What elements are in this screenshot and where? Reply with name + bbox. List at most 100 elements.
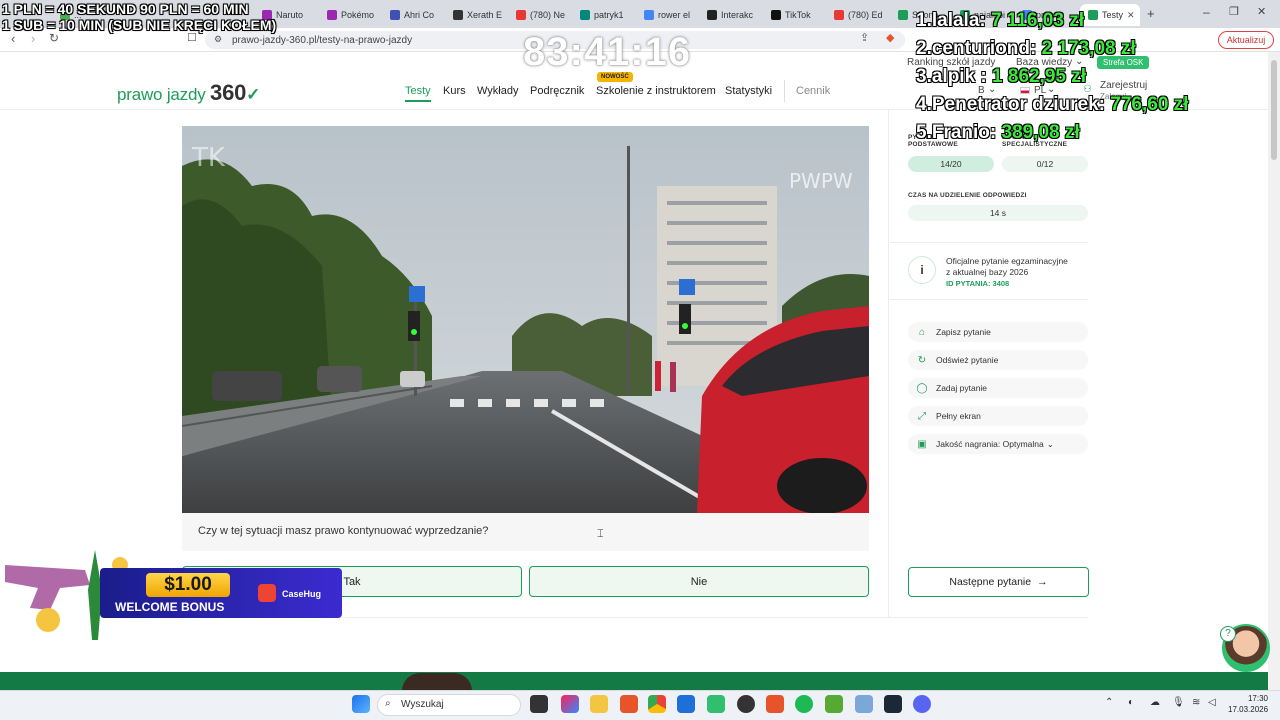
close-window-icon[interactable]: ✕ [1257,5,1266,18]
nav-testy[interactable]: Testy [405,85,431,102]
info-icon: i [908,256,936,284]
video-quality-select[interactable]: ▣ Jakość nagrania: Optymalna ⌄ [908,434,1088,454]
scrollbar-thumb[interactable] [1271,60,1277,160]
donation-info-line1: 1 PLN = 40 SEKUND 90 PLN = 60 MIN [2,1,249,17]
url-text: prawo-jazdy-360.pl/testy-na-prawo-jazdy [232,35,413,46]
share-icon[interactable]: ⇪ [860,31,869,44]
tab-favicon-icon [898,10,908,20]
ranking-entry: 5.Franio: 389,08 zł [916,122,1080,143]
browser-tab[interactable]: rower el [644,4,700,26]
stream-timer: 83:41:16 [523,30,692,74]
refresh-question-button[interactable]: ↻ Odśwież pytanie [908,350,1088,370]
site-logo[interactable]: prawo jazdy 360✓ [117,80,260,106]
question-text: Czy w tej sytuacji masz prawo kontynuowa… [198,525,489,537]
browser-tab[interactable]: TikTok [771,4,827,26]
site-footer-strip [0,672,1268,690]
road-scene-image: TK PWPW [182,126,869,513]
nav-wyklady[interactable]: Wykłady [477,85,518,97]
tab-favicon-icon [390,10,400,20]
task-view-icon[interactable] [530,695,548,713]
cursor-icon: ⌶ [597,528,604,540]
info-line1: Oficjalne pytanie egzaminacyjne [946,256,1068,266]
brave-shield-icon[interactable]: ◆ [886,31,894,44]
tab-favicon-icon [516,10,526,20]
nav-szkolenie[interactable]: Szkolenie z instruktorem [596,85,716,97]
donation-info-line2: 1 SUB = 10 MIN (SUB NIE KRĘCI KOŁEM) [2,17,277,33]
ranking-entry: 3.alpik : 1 862,95 zł [916,66,1087,87]
obs-icon[interactable] [737,695,755,713]
network-icon[interactable]: ☁ [1150,697,1160,708]
flag-pl-icon [1020,87,1030,94]
steam-icon[interactable] [884,695,902,713]
browser-tab[interactable]: patryk1 [580,4,636,26]
info-line2: z aktualnej bazy 2026 [946,267,1029,277]
browser-tab[interactable]: Xerath E [453,4,509,26]
help-icon[interactable]: ? [1220,626,1236,642]
time-label: CZAS NA UDZIELENIE ODPOWIEDZI [908,192,1027,199]
tab-favicon-icon [771,10,781,20]
ask-question-button[interactable]: ◯ Zadaj pytanie [908,378,1088,398]
forward-icon[interactable]: › [31,31,35,46]
maximize-icon[interactable]: ❐ [1229,5,1239,18]
taskbar-clock[interactable]: 17:30 17.03.2026 [1228,693,1268,715]
bookmark-icon: ⌂ [918,326,926,338]
promo-label: WELCOME BONUS [115,600,225,614]
file-explorer-icon[interactable] [590,695,608,713]
save-question-button[interactable]: ⌂ Zapisz pytanie [908,322,1088,342]
chrome-icon[interactable] [648,695,666,713]
tray-app-icon[interactable]: ◐ [1128,697,1134,708]
question-video[interactable]: TK PWPW [182,126,869,513]
windows-taskbar [0,690,1280,720]
windows-start-icon[interactable] [352,695,370,713]
store-icon[interactable] [677,695,695,713]
browser-tab[interactable]: Interakc [707,4,763,26]
fullscreen-button[interactable]: ⤢ Pełny ekran [908,406,1088,426]
chevron-down-icon: ⌄ [1046,438,1054,449]
update-button[interactable]: Aktualizuj [1218,31,1274,49]
copilot-icon[interactable] [561,695,579,713]
tab-favicon-icon [580,10,590,20]
casehug-logo-icon [258,584,276,602]
browser-tab[interactable]: (780) Ne [516,4,572,26]
new-tab-icon[interactable]: + [1147,6,1155,21]
tab-favicon-icon [644,10,654,20]
discord-icon[interactable] [913,695,931,713]
app-icon[interactable] [825,695,843,713]
tray-chevron-icon[interactable]: ⌃ [1105,697,1113,708]
wifi-icon[interactable]: ≋ [1192,697,1200,708]
clock-date: 17.03.2026 [1228,705,1269,714]
minimize-icon[interactable]: – [1203,5,1210,19]
brave-icon[interactable] [620,695,638,713]
spotify-icon[interactable] [795,695,813,713]
nav-cennik[interactable]: Cennik [796,85,830,97]
notepad-icon[interactable] [855,695,873,713]
microphone-icon[interactable]: 🎙 [1172,697,1185,708]
next-question-button[interactable]: Następne pytanie → [908,567,1089,597]
expand-icon: ⤢ [918,410,926,422]
footer-avatar-image [402,673,472,691]
taskbar-search-input[interactable] [377,694,521,716]
arrow-right-icon: → [1037,576,1048,588]
ranking-entry: 2.centuriond: 2 173,08 zł [916,38,1136,59]
brave-icon[interactable] [766,695,784,713]
browser-tab-active[interactable]: Testy ✕ [1080,4,1140,26]
answer-no-button[interactable]: Nie [529,566,869,597]
reload-icon[interactable]: ↻ [49,31,59,45]
back-icon[interactable]: ‹ [11,31,15,46]
nav-podrecznik[interactable]: Podręcznik [530,85,584,97]
register-link[interactable]: Zarejestruj [1100,80,1147,91]
special-progress-pill: 0/12 [1002,156,1088,172]
close-icon[interactable]: ✕ [1127,10,1135,21]
nav-statystyki[interactable]: Statystyki [725,85,772,97]
volume-icon[interactable]: ◁ [1208,697,1216,708]
browser-tab[interactable]: Pokémo [327,4,383,26]
app-icon[interactable] [707,695,725,713]
check-icon: ✓ [246,85,261,104]
browser-tab[interactable]: Ahri Co [390,4,446,26]
watermark-right: PWPW [789,169,853,193]
nav-kurs[interactable]: Kurs [443,85,466,97]
taskbar-search-placeholder: Wyszukaj [401,699,444,710]
browser-tab[interactable]: (780) Ed [834,4,890,26]
site-settings-icon[interactable]: ⚙ [214,34,222,45]
tab-favicon-icon [1088,10,1098,20]
